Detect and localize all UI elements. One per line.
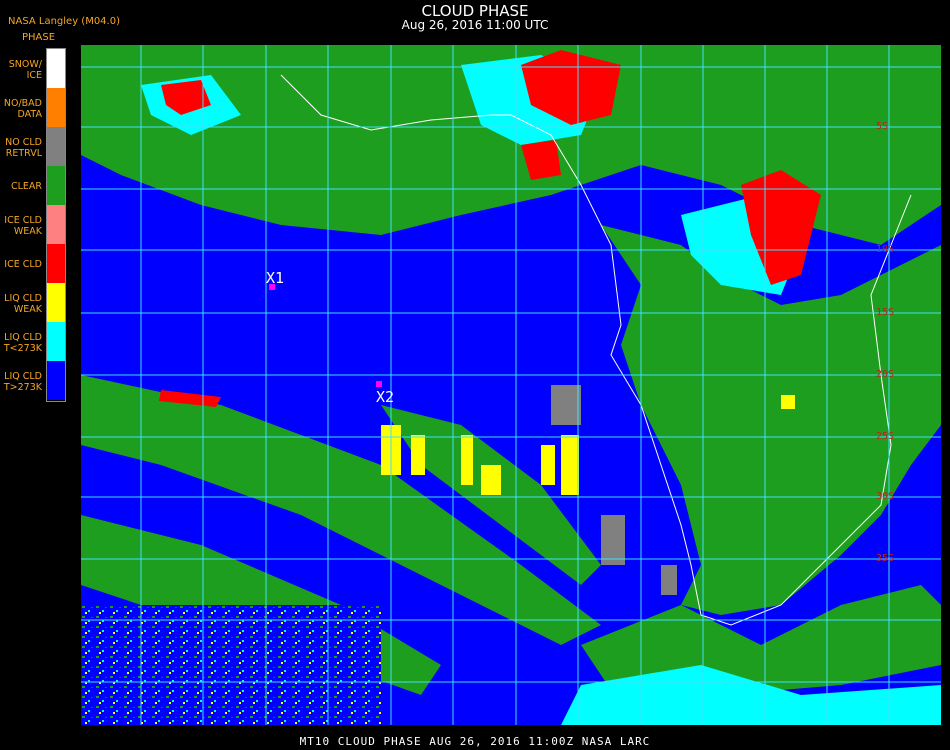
lat-label-10s: 10S [876,244,894,255]
legend-title: PHASE [22,32,56,43]
legend-label-clear: CLEAR [10,181,42,192]
legend-swatch-clear [47,166,65,205]
legend-label-liq-cld-cold: LIQ CLD T<273K [3,332,42,354]
lat-label-25s: 25S [876,431,894,442]
source-label: NASA Langley (M04.0) [8,16,120,27]
legend-label-no-bad-data: NO/BAD DATA [3,98,42,120]
legend-label-liq-cld-warm: LIQ CLD T>273K [3,371,42,393]
legend-swatch-liq-cld-warm [47,361,65,400]
legend-label-ice-cld: ICE CLD [4,259,42,270]
legend-label-ice-cld-weak: ICE CLD WEAK [4,215,42,237]
lat-label-15s: 15S [876,307,894,318]
lat-label-20s: 20S [876,369,894,380]
legend-swatch-ice-cld [47,244,65,283]
footer-caption: MT10 CLOUD PHASE AUG 26, 2016 11:00Z NAS… [299,735,651,748]
legend-label-snow-ice: SNOW/ ICE [8,59,42,81]
legend-swatch-snow-ice [47,49,65,88]
legend-swatch-ice-cld-weak [47,205,65,244]
header-date: Aug 26, 2016 11:00 UTC [401,18,549,32]
legend-colorbar [46,48,66,402]
legend-swatch-no-bad-data [47,88,65,127]
legend-label-liq-cld-weak: LIQ CLD WEAK [4,293,42,315]
marker-x2-point[interactable] [376,381,382,387]
legend-swatch-liq-cld-weak [47,283,65,322]
lat-label-5s: 5S [876,121,888,132]
marker-x2-label: X2 [376,388,394,406]
legend-label-no-cld-retrvl: NO CLD RETRVL [5,137,42,159]
lat-label-30s: 30S [876,491,894,502]
speckled-cloud-region [81,605,381,725]
marker-x1-label: X1 [266,269,284,287]
cloud-phase-map: 5S 10S 15S 20S 25S 30S 35S X1 X2 [81,45,941,725]
lat-label-35s: 35S [876,553,894,564]
legend-swatch-no-cld-retrvl [47,127,65,166]
legend-swatch-liq-cld-cold [47,322,65,361]
